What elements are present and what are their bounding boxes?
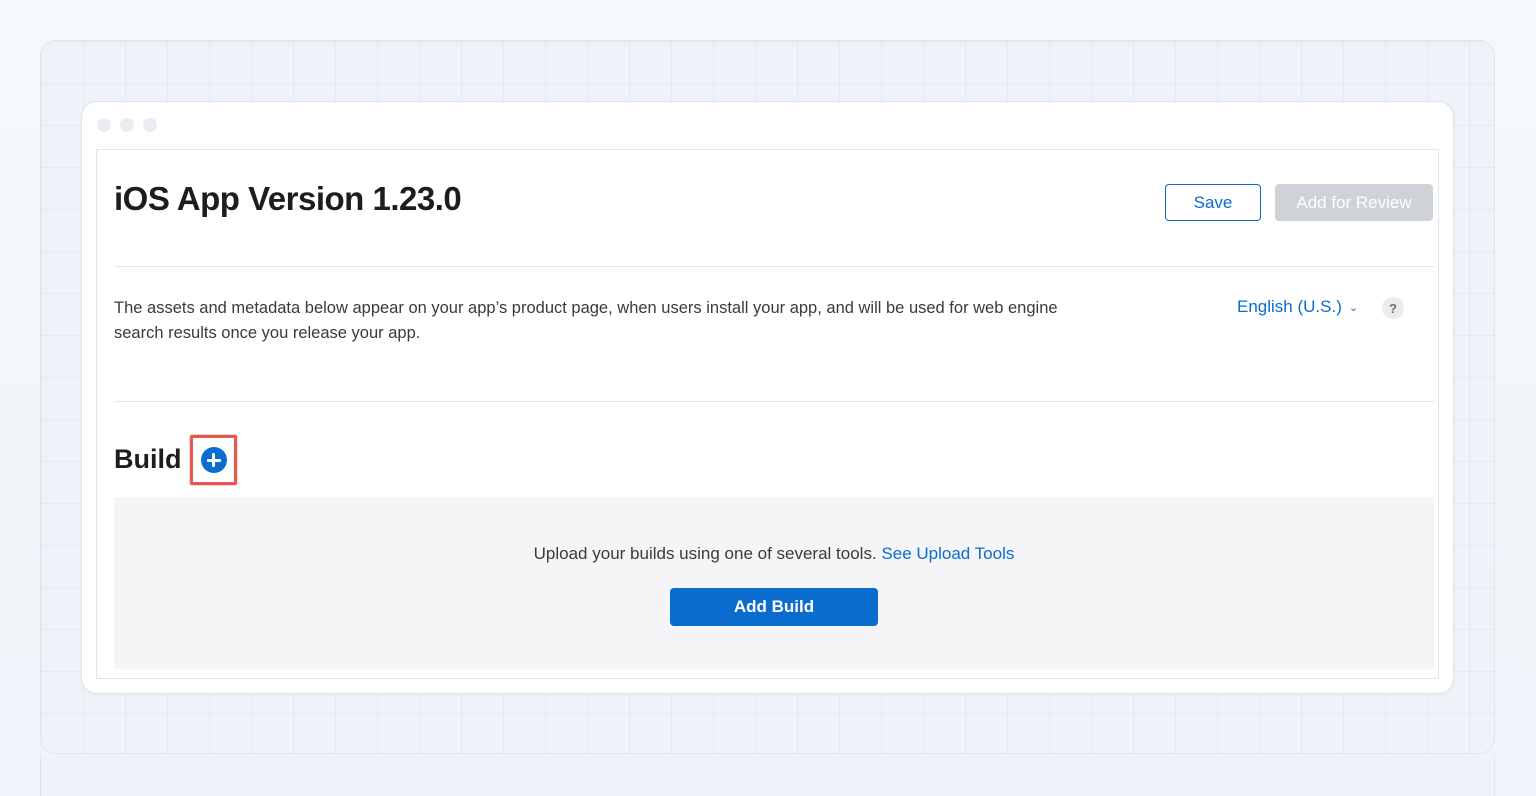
zoom-dot-icon[interactable] bbox=[143, 118, 157, 132]
language-label: English (U.S.) bbox=[1237, 297, 1342, 316]
add-for-review-button[interactable]: Add for Review bbox=[1275, 184, 1433, 221]
close-dot-icon[interactable] bbox=[97, 118, 111, 132]
build-empty-state: Upload your builds using one of several … bbox=[114, 497, 1434, 669]
grid-backdrop-lower bbox=[40, 754, 1495, 796]
description-line-2: search results once you release your app… bbox=[114, 324, 421, 342]
upload-tools-link[interactable]: See Upload Tools bbox=[881, 544, 1014, 563]
minimize-dot-icon[interactable] bbox=[120, 118, 134, 132]
add-build-highlight bbox=[190, 435, 237, 485]
metadata-description: The assets and metadata below appear on … bbox=[114, 296, 1204, 346]
chevron-down-icon: ⌄ bbox=[1348, 301, 1359, 314]
upload-instructions: Upload your builds using one of several … bbox=[114, 544, 1434, 564]
add-build-button[interactable]: Add Build bbox=[670, 588, 878, 626]
background: iOS App Version 1.23.0 Save Add for Revi… bbox=[0, 0, 1536, 796]
page-title: iOS App Version 1.23.0 bbox=[114, 180, 462, 217]
help-icon[interactable]: ? bbox=[1382, 297, 1404, 319]
plus-circle-icon[interactable] bbox=[200, 447, 227, 473]
version-panel: iOS App Version 1.23.0 Save Add for Revi… bbox=[96, 149, 1439, 679]
header-divider bbox=[114, 266, 1434, 267]
upload-text: Upload your builds using one of several … bbox=[533, 544, 882, 563]
build-section-title: Build bbox=[114, 444, 182, 474]
app-window: iOS App Version 1.23.0 Save Add for Revi… bbox=[81, 101, 1454, 694]
language-selector[interactable]: English (U.S.) ⌄ bbox=[1237, 297, 1358, 317]
section-divider bbox=[114, 401, 1434, 402]
description-line-1: The assets and metadata below appear on … bbox=[114, 299, 1058, 317]
save-button[interactable]: Save bbox=[1165, 184, 1261, 221]
window-controls bbox=[97, 118, 157, 132]
